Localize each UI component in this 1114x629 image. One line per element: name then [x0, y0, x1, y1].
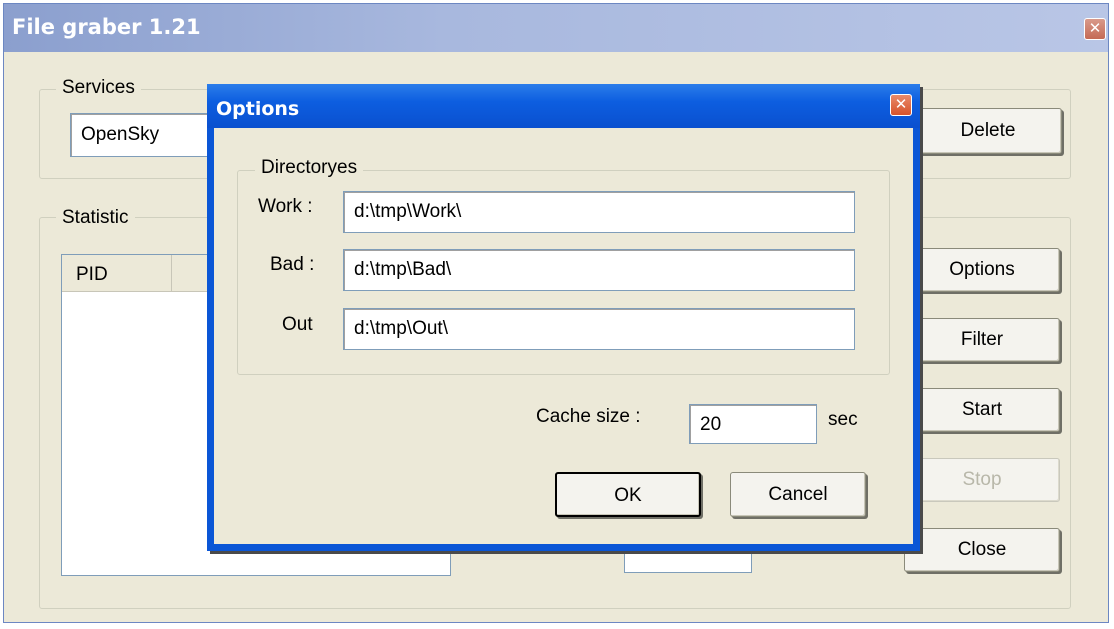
delete-button-label: Delete [960, 120, 1016, 141]
ok-button-label: OK [614, 485, 642, 506]
close-icon: ✕ [894, 96, 908, 113]
options-dialog-title: Options [216, 98, 300, 120]
options-dialog-body: Directoryes Work : d:\tmp\Work\ Bad : d:… [214, 128, 913, 544]
bad-label: Bad : [270, 254, 315, 275]
main-close-button[interactable]: ✕ [1084, 18, 1106, 40]
directories-legend: Directoryes [255, 157, 364, 179]
cache-size-input[interactable]: 20 [689, 404, 817, 444]
options-button-label: Options [949, 259, 1015, 280]
main-window-title: File graber 1.21 [12, 15, 201, 39]
cancel-button-label: Cancel [768, 484, 828, 505]
bad-directory-value: d:\tmp\Bad\ [354, 259, 452, 280]
filter-button-label: Filter [960, 329, 1004, 350]
options-title-bar[interactable]: Options ✕ [207, 84, 920, 128]
options-button[interactable]: Options [904, 248, 1060, 292]
close-button[interactable]: Close [904, 528, 1060, 572]
delete-button[interactable]: Delete [914, 108, 1062, 154]
work-directory-value: d:\tmp\Work\ [354, 201, 462, 222]
services-legend: Services [56, 77, 141, 99]
cancel-button[interactable]: Cancel [730, 472, 866, 517]
options-dialog: Options ✕ Directoryes Work : d:\tmp\Work… [207, 84, 920, 551]
stop-button-label: Stop [962, 469, 1002, 490]
start-button[interactable]: Start [904, 388, 1060, 432]
services-select[interactable]: OpenSky [70, 113, 230, 157]
out-label: Out [282, 314, 313, 335]
cache-size-label: Cache size : [536, 406, 641, 427]
cache-size-unit: sec [828, 409, 858, 430]
cache-size-value: 20 [700, 414, 722, 435]
column-header-pid-label: PID [76, 264, 108, 285]
close-button-label: Close [957, 539, 1007, 560]
close-icon: ✕ [1088, 20, 1102, 37]
stop-button: Stop [904, 458, 1060, 502]
bad-directory-input[interactable]: d:\tmp\Bad\ [343, 249, 855, 291]
column-header-pid[interactable]: PID [62, 255, 172, 291]
statistic-legend: Statistic [56, 207, 135, 229]
ok-button[interactable]: OK [555, 472, 701, 517]
out-directory-input[interactable]: d:\tmp\Out\ [343, 308, 855, 350]
work-label: Work : [258, 196, 313, 217]
statistic-field-partial[interactable] [624, 549, 752, 573]
work-directory-input[interactable]: d:\tmp\Work\ [343, 191, 855, 233]
services-selected-value: OpenSky [81, 124, 160, 145]
options-close-button[interactable]: ✕ [890, 94, 912, 116]
out-directory-value: d:\tmp\Out\ [354, 318, 448, 339]
filter-button[interactable]: Filter [904, 318, 1060, 362]
start-button-label: Start [961, 399, 1003, 420]
main-title-bar[interactable]: File graber 1.21 ✕ [4, 4, 1108, 52]
